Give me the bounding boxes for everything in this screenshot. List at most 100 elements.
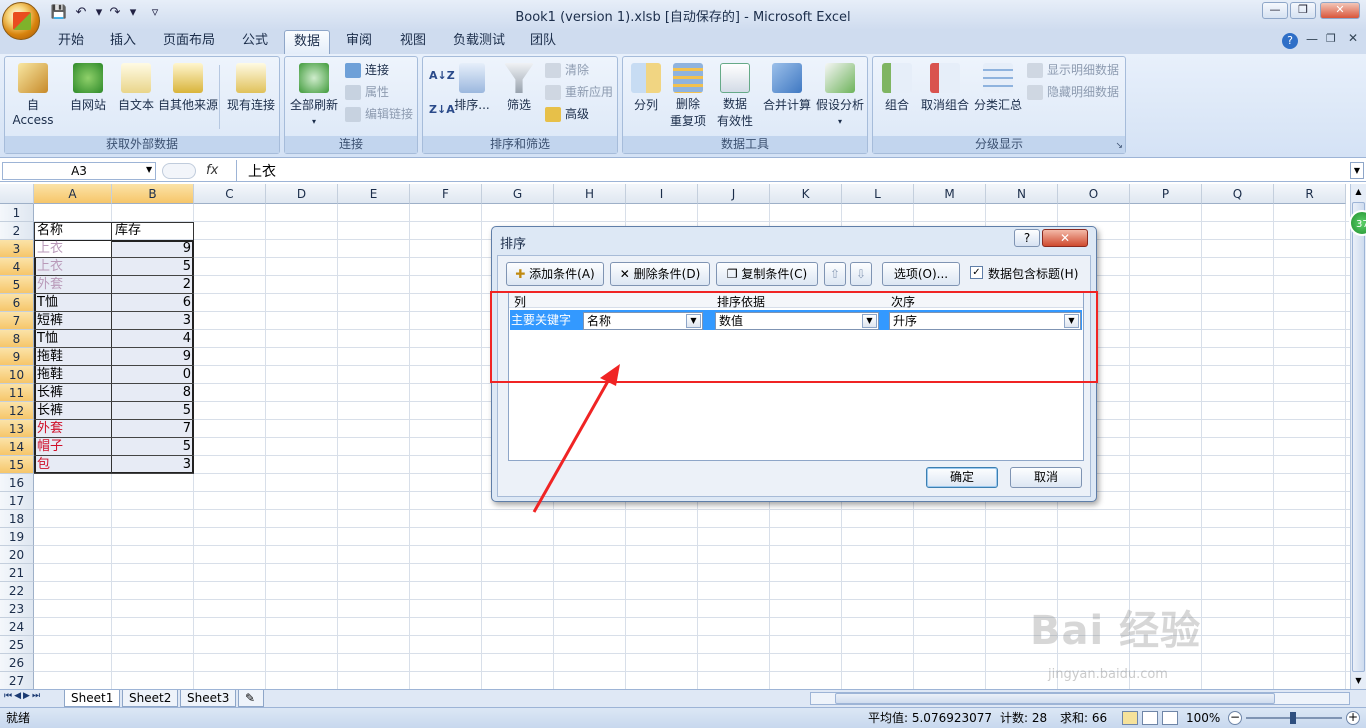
row-header[interactable]: 5 xyxy=(0,276,34,294)
table-cell-name[interactable]: 短裤 xyxy=(37,312,111,330)
tab-data[interactable]: 数据 xyxy=(284,30,330,54)
show-detail-button[interactable]: 显示明细数据 xyxy=(1027,61,1125,81)
row-header[interactable]: 22 xyxy=(0,582,34,600)
row-header[interactable]: 7 xyxy=(0,312,34,330)
row-header[interactable]: 4 xyxy=(0,258,34,276)
table-cell-qty[interactable]: 8 xyxy=(112,384,191,402)
row-header[interactable]: 8 xyxy=(0,330,34,348)
row-header[interactable]: 17 xyxy=(0,492,34,510)
sheet-nav-icons[interactable]: ⏮◀▶⏭ xyxy=(4,691,42,701)
table-cell-qty[interactable]: 3 xyxy=(112,456,191,474)
hscroll-thumb[interactable] xyxy=(835,693,1275,704)
table-cell-qty[interactable]: 6 xyxy=(112,294,191,312)
page-break-view-icon[interactable] xyxy=(1162,711,1178,725)
scroll-thumb[interactable] xyxy=(1352,202,1365,672)
move-down-icon[interactable]: ⇩ xyxy=(850,262,872,286)
hide-detail-button[interactable]: 隐藏明细数据 xyxy=(1027,83,1125,103)
horizontal-scrollbar[interactable] xyxy=(810,692,1350,705)
ungroup-button[interactable]: 取消组合 xyxy=(917,61,973,133)
scroll-up-icon[interactable]: ▲ xyxy=(1351,184,1366,200)
existing-connections-button[interactable]: 现有连接 xyxy=(223,61,279,133)
table-cell-qty[interactable]: 7 xyxy=(112,420,191,438)
table-cell-name[interactable]: 上衣 xyxy=(37,258,111,276)
column-header[interactable]: K xyxy=(770,184,842,204)
tab-formulas[interactable]: 公式 xyxy=(232,30,278,54)
table-cell-name[interactable]: 长裤 xyxy=(37,402,111,420)
dialog-launcher-icon[interactable]: ↘ xyxy=(1115,141,1123,151)
row-header[interactable]: 14 xyxy=(0,438,34,456)
row-header[interactable]: 15 xyxy=(0,456,34,474)
text-to-columns-button[interactable]: 分列 xyxy=(623,61,669,133)
vertical-scrollbar[interactable]: ▲ ▼ xyxy=(1350,184,1366,689)
row-header[interactable]: 3 xyxy=(0,240,34,258)
select-all-corner[interactable] xyxy=(0,184,34,204)
row-header[interactable]: 19 xyxy=(0,528,34,546)
clear-button[interactable]: 清除 xyxy=(545,61,617,81)
expand-formula-bar-icon[interactable]: ▼ xyxy=(1350,162,1364,179)
table-header-cell[interactable]: 库存 xyxy=(115,222,141,240)
row-header[interactable]: 9 xyxy=(0,348,34,366)
formula-bar-slider[interactable] xyxy=(162,163,196,179)
tab-home[interactable]: 开始 xyxy=(48,30,94,54)
connections-button[interactable]: 连接 xyxy=(345,61,417,81)
row-header[interactable]: 12 xyxy=(0,402,34,420)
row-header[interactable]: 24 xyxy=(0,618,34,636)
group-button[interactable]: 组合 xyxy=(875,61,919,133)
table-cell-name[interactable]: 拖鞋 xyxy=(37,348,111,366)
remove-duplicates-button[interactable]: 删除 重复项 xyxy=(667,61,709,133)
row-header[interactable]: 10 xyxy=(0,366,34,384)
formula-input[interactable]: 上衣 xyxy=(248,161,276,181)
column-header[interactable]: J xyxy=(698,184,770,204)
dialog-close-icon[interactable]: ✕ xyxy=(1042,229,1088,247)
column-header[interactable]: E xyxy=(338,184,410,204)
tab-view[interactable]: 视图 xyxy=(390,30,436,54)
help-icon[interactable]: ? xyxy=(1282,33,1298,49)
zoom-in-icon[interactable]: + xyxy=(1346,711,1360,725)
refresh-all-button[interactable]: 全部刷新 ▾ xyxy=(287,61,341,133)
tab-load-test[interactable]: 负载测试 xyxy=(446,30,512,54)
sort-button[interactable]: 排序... xyxy=(451,61,493,133)
table-cell-name[interactable]: 包 xyxy=(37,456,111,474)
row-header[interactable]: 6 xyxy=(0,294,34,312)
column-header[interactable]: Q xyxy=(1202,184,1274,204)
has-header-checkbox[interactable]: ✓ xyxy=(970,266,983,279)
save-icon[interactable]: 💾 xyxy=(50,5,68,21)
zoom-out-icon[interactable]: − xyxy=(1228,711,1242,725)
data-validation-button[interactable]: 数据 有效性 xyxy=(709,61,761,133)
column-header[interactable]: N xyxy=(986,184,1058,204)
move-up-icon[interactable]: ⇧ xyxy=(824,262,846,286)
row-header[interactable]: 2 xyxy=(0,222,34,240)
column-header[interactable]: C xyxy=(194,184,266,204)
column-header[interactable]: O xyxy=(1058,184,1130,204)
undo-icon[interactable]: ↶ xyxy=(72,5,90,21)
column-header[interactable]: A xyxy=(34,184,112,204)
sheet-tab-3[interactable]: Sheet3 xyxy=(180,690,237,707)
add-level-button[interactable]: ✚ 添加条件(A) xyxy=(506,262,604,286)
row-header[interactable]: 13 xyxy=(0,420,34,438)
tab-insert[interactable]: 插入 xyxy=(100,30,146,54)
table-cell-name[interactable]: 外套 xyxy=(37,420,111,438)
reapply-button[interactable]: 重新应用 xyxy=(545,83,617,103)
name-box[interactable]: A3 xyxy=(2,162,156,180)
row-header[interactable]: 16 xyxy=(0,474,34,492)
column-header[interactable]: B xyxy=(112,184,194,204)
table-cell-qty[interactable]: 5 xyxy=(112,438,191,456)
row-header[interactable]: 27 xyxy=(0,672,34,689)
column-header[interactable]: L xyxy=(842,184,914,204)
column-header[interactable]: P xyxy=(1130,184,1202,204)
restore-icon[interactable]: ❐ xyxy=(1290,2,1316,19)
tab-team[interactable]: 团队 xyxy=(520,30,566,54)
normal-view-icon[interactable] xyxy=(1122,711,1138,725)
delete-level-button[interactable]: ✕ 删除条件(D) xyxy=(610,262,710,286)
ribbon-close-icon[interactable]: ✕ xyxy=(1348,31,1358,45)
table-cell-qty[interactable]: 4 xyxy=(112,330,191,348)
dialog-help-button[interactable]: ? xyxy=(1014,229,1040,247)
column-header[interactable]: H xyxy=(554,184,626,204)
row-header[interactable]: 23 xyxy=(0,600,34,618)
ribbon-restore-icon[interactable]: ❐ xyxy=(1326,32,1336,45)
tab-page-layout[interactable]: 页面布局 xyxy=(154,30,224,54)
zoom-level[interactable]: 100% xyxy=(1186,708,1220,728)
row-header[interactable]: 11 xyxy=(0,384,34,402)
table-cell-name[interactable]: 拖鞋 xyxy=(37,366,111,384)
insert-function-icon[interactable]: fx xyxy=(206,163,218,178)
